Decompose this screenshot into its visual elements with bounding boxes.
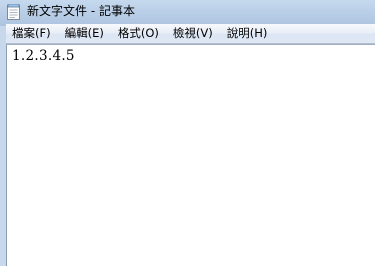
notepad-icon[interactable] xyxy=(7,3,20,20)
menu-help[interactable]: 說明(H) xyxy=(220,24,275,43)
menu-bar: 檔案(F) 編輯(E) 格式(O) 檢視(V) 說明(H) xyxy=(6,24,375,44)
menu-edit[interactable]: 編輯(E) xyxy=(58,24,111,43)
text-editor-area[interactable]: 1.2.3.4.5 xyxy=(6,44,375,266)
editor-content[interactable]: 1.2.3.4.5 xyxy=(12,48,75,65)
menu-view[interactable]: 檢視(V) xyxy=(166,24,220,43)
title-bar[interactable]: 新文字文件 - 記事本 xyxy=(0,0,375,24)
menu-file[interactable]: 檔案(F) xyxy=(6,24,58,43)
window-title: 新文字文件 - 記事本 xyxy=(27,4,135,18)
menu-format[interactable]: 格式(O) xyxy=(111,24,166,43)
notepad-window: 新文字文件 - 記事本 檔案(F) 編輯(E) 格式(O) 檢視(V) 說明(H… xyxy=(0,0,375,266)
